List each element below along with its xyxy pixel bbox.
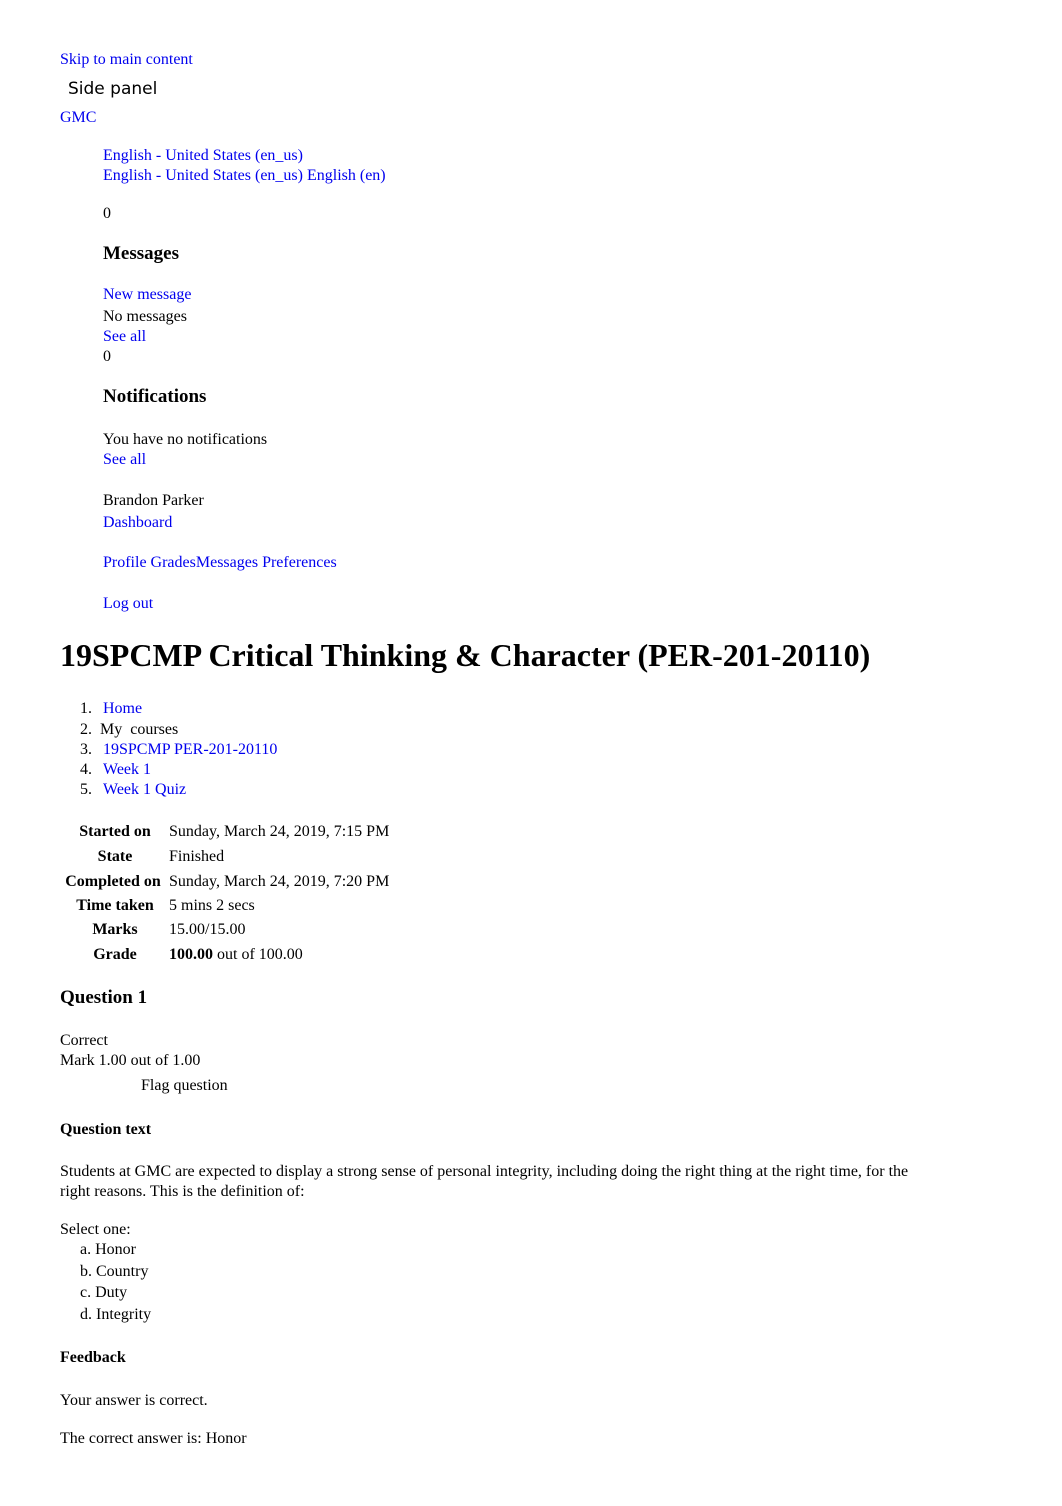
- language-option-en-us[interactable]: English - United States (en_us): [103, 167, 303, 184]
- messages-empty-text: No messages: [103, 308, 187, 325]
- question-text-line-2: right reasons. This is the definition of…: [60, 1183, 305, 1200]
- question-mark: Mark 1.00 out of 1.00: [60, 1052, 201, 1069]
- flag-question-button[interactable]: Flag question: [141, 1076, 228, 1096]
- state-label: State: [97, 848, 133, 865]
- user-menu-links: Profile GradesMessages Preferences: [103, 553, 337, 573]
- breadcrumb-home[interactable]: Home: [103, 699, 142, 719]
- breadcrumb-number: 1.: [80, 700, 92, 717]
- time-taken-label: Time taken: [76, 897, 154, 914]
- breadcrumb-number: 2.: [80, 721, 92, 738]
- answer-option-c: c. Duty: [80, 1284, 128, 1301]
- dashboard-link[interactable]: Dashboard: [103, 513, 172, 533]
- answer-option-b: b. Country: [80, 1263, 149, 1280]
- breadcrumb-week-1-quiz[interactable]: Week 1 Quiz: [103, 780, 186, 800]
- answer-option-a: a. Honor: [80, 1241, 136, 1258]
- logout-link[interactable]: Log out: [103, 594, 153, 614]
- grade-value: 100.00 out of 100.00: [169, 945, 303, 965]
- breadcrumb-week-1[interactable]: Week 1: [103, 760, 151, 780]
- breadcrumb-course[interactable]: 19SPCMP PER-201-20110: [103, 740, 277, 760]
- page-title: 19SPCMP Critical Thinking & Character (P…: [60, 637, 871, 673]
- messages-link[interactable]: Messages: [196, 554, 258, 571]
- correct-answer-text: The correct answer is: Honor: [60, 1430, 247, 1447]
- state-value: Finished: [169, 848, 225, 865]
- user-name: Brandon Parker: [103, 492, 204, 509]
- feedback-result: Your answer is correct.: [60, 1392, 208, 1409]
- site-home-link[interactable]: GMC: [60, 108, 96, 128]
- question-status: Correct: [60, 1032, 108, 1049]
- select-one-prompt: Select one:: [60, 1221, 131, 1238]
- answer-option-d: d. Integrity: [80, 1306, 152, 1323]
- question-heading: Question 1: [60, 987, 148, 1008]
- breadcrumb-number: 5.: [80, 781, 92, 798]
- time-taken-value: 5 mins 2 secs: [169, 897, 255, 914]
- language-menu-toggle[interactable]: English - United States (en_us): [103, 146, 303, 166]
- started-on-label: Started on: [79, 823, 151, 840]
- preferences-link[interactable]: Preferences: [262, 554, 337, 571]
- feedback-heading: Feedback: [60, 1349, 126, 1366]
- question-text-line-1: Students at GMC are expected to display …: [60, 1163, 909, 1180]
- language-option-en[interactable]: English (en): [307, 167, 386, 184]
- started-on-value: Sunday, March 24, 2019, 7:15 PM: [169, 823, 390, 840]
- breadcrumb-number: 3.: [80, 741, 92, 758]
- grade-label: Grade: [93, 946, 137, 963]
- breadcrumb-number: 4.: [80, 761, 92, 778]
- notifications-empty-text: You have no notifications: [103, 431, 268, 448]
- grades-link[interactable]: Grades: [151, 554, 196, 571]
- language-menu: English - United States (en_us) English …: [103, 166, 386, 186]
- messages-count-badge[interactable]: 0: [103, 204, 111, 224]
- side-panel-toggle[interactable]: Side panel: [68, 79, 157, 99]
- grade-out-of: out of 100.00: [217, 946, 303, 963]
- new-message-link[interactable]: New message: [103, 285, 191, 305]
- notifications-count-badge[interactable]: 0: [103, 347, 111, 367]
- completed-on-label: Completed on: [65, 873, 161, 890]
- marks-value: 15.00/15.00: [169, 921, 246, 938]
- skip-to-main-content-link[interactable]: Skip to main content: [60, 50, 193, 70]
- messages-heading: Messages: [103, 243, 179, 264]
- notifications-heading: Notifications: [103, 386, 207, 407]
- breadcrumb-my-courses: My courses: [100, 721, 179, 738]
- messages-see-all-link[interactable]: See all: [103, 327, 146, 347]
- profile-link[interactable]: Profile: [103, 554, 147, 571]
- marks-label: Marks: [92, 921, 138, 938]
- grade-score: 100.00: [169, 946, 213, 963]
- completed-on-value: Sunday, March 24, 2019, 7:20 PM: [169, 873, 390, 890]
- question-text-heading: Question text: [60, 1121, 152, 1138]
- notifications-see-all-link[interactable]: See all: [103, 450, 146, 470]
